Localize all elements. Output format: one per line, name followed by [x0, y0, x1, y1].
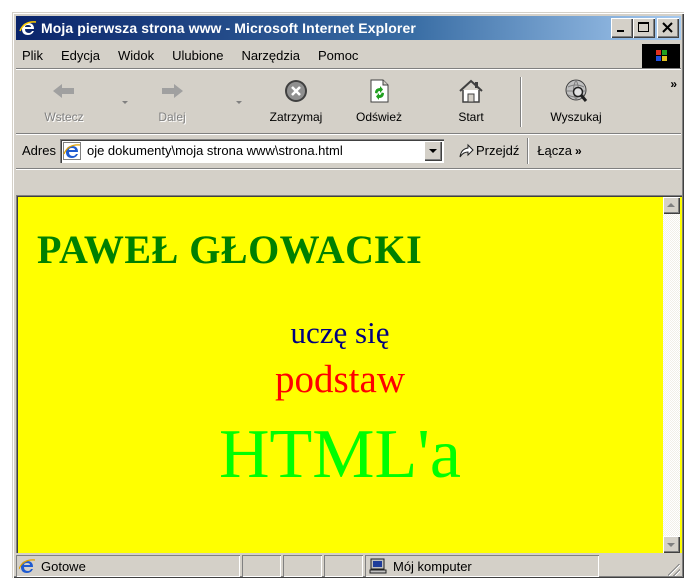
stop-button[interactable]: Zatrzymaj — [256, 75, 336, 131]
menu-item-pomoc[interactable]: Pomoc — [309, 48, 367, 63]
text-line-1: uczę się — [290, 315, 390, 350]
browser-window: Moja pierwsza strona www - Microsoft Int… — [12, 12, 684, 578]
status-pane-security — [283, 555, 322, 577]
address-bar: Adres oje dokumenty\moja strona www\stro… — [16, 133, 681, 167]
vertical-scrollbar[interactable] — [663, 197, 680, 553]
forward-dropdown-icon[interactable] — [236, 101, 242, 104]
scroll-up-button[interactable] — [663, 197, 680, 214]
go-arrow-icon — [458, 143, 474, 159]
links-button[interactable]: Łącza — [537, 143, 572, 158]
address-label: Adres — [22, 143, 56, 158]
back-dropdown-icon[interactable] — [122, 101, 128, 104]
status-bar: Gotowe Mój komputer — [16, 555, 681, 577]
menu-item-ulubione[interactable]: Ulubione — [163, 48, 232, 63]
page-content: PAWEŁ GŁOWACKI uczę się podstaw HTML'a — [16, 195, 682, 553]
toolbar-separator — [520, 77, 522, 127]
document-view: PAWEŁ GŁOWACKI uczę się podstaw HTML'a — [18, 197, 662, 553]
toolbar-overflow-button[interactable]: » — [670, 77, 677, 91]
go-label: Przejdź — [475, 143, 520, 158]
home-button[interactable]: Start — [446, 75, 496, 131]
address-dropdown-button[interactable] — [423, 140, 442, 161]
scroll-down-button[interactable] — [663, 536, 680, 553]
status-pane-privacy — [324, 555, 363, 577]
menu-item-widok[interactable]: Widok — [109, 48, 163, 63]
search-icon — [562, 77, 590, 105]
minimize-button[interactable] — [611, 18, 633, 38]
address-separator — [527, 137, 530, 164]
address-input[interactable]: oje dokumenty\moja strona www\strona.htm… — [59, 138, 444, 163]
status-pane-progress — [242, 555, 281, 577]
minimize-icon — [617, 30, 624, 32]
ie-icon[interactable] — [19, 19, 37, 37]
page-done-icon — [18, 558, 36, 574]
forward-button[interactable]: Dalej — [146, 75, 198, 131]
menu-item-edycja[interactable]: Edycja — [52, 48, 109, 63]
menu-item-narzedzia[interactable]: Narzędzia — [232, 48, 309, 63]
text-line-2: podstaw — [275, 358, 405, 401]
maximize-button[interactable] — [633, 18, 655, 38]
status-text: Gotowe — [41, 558, 86, 574]
toolbar: Wstecz Dalej Zatrzymaj Odśwież Start Wys… — [16, 71, 681, 169]
computer-icon — [369, 558, 387, 574]
menu-bar: Plik Edycja Widok Ulubione Narzędzia Pom… — [16, 43, 681, 69]
status-pane: Gotowe — [16, 555, 240, 577]
windows-logo-icon — [642, 43, 680, 68]
page-heading: PAWEŁ GŁOWACKI — [37, 227, 423, 272]
go-button[interactable]: Przejdź — [458, 143, 519, 159]
arrow-left-icon — [50, 77, 78, 105]
zone-pane[interactable]: Mój komputer — [365, 555, 599, 577]
window-title: Moja pierwsza strona www - Microsoft Int… — [41, 20, 416, 36]
close-button[interactable] — [657, 18, 679, 38]
zone-text: Mój komputer — [393, 558, 472, 574]
arrow-right-icon — [158, 77, 186, 105]
resize-grip-icon — [668, 564, 680, 576]
maximize-icon — [638, 22, 649, 32]
close-icon — [662, 22, 673, 33]
menu-item-plik[interactable]: Plik — [16, 48, 52, 63]
refresh-button[interactable]: Odśwież — [348, 75, 410, 131]
page-icon — [62, 141, 81, 160]
window-controls — [611, 18, 679, 38]
resize-grip[interactable] — [601, 555, 681, 577]
text-line-3: HTML'a — [219, 416, 461, 493]
stop-icon — [282, 77, 310, 105]
title-bar[interactable]: Moja pierwsza strona www - Microsoft Int… — [16, 16, 681, 40]
back-button[interactable]: Wstecz — [38, 75, 90, 131]
home-icon — [457, 77, 485, 105]
links-overflow-button[interactable]: » — [575, 144, 582, 158]
refresh-icon — [365, 77, 393, 105]
address-value: oje dokumenty\moja strona www\strona.htm… — [86, 143, 343, 158]
search-button[interactable]: Wyszukaj — [540, 75, 612, 131]
